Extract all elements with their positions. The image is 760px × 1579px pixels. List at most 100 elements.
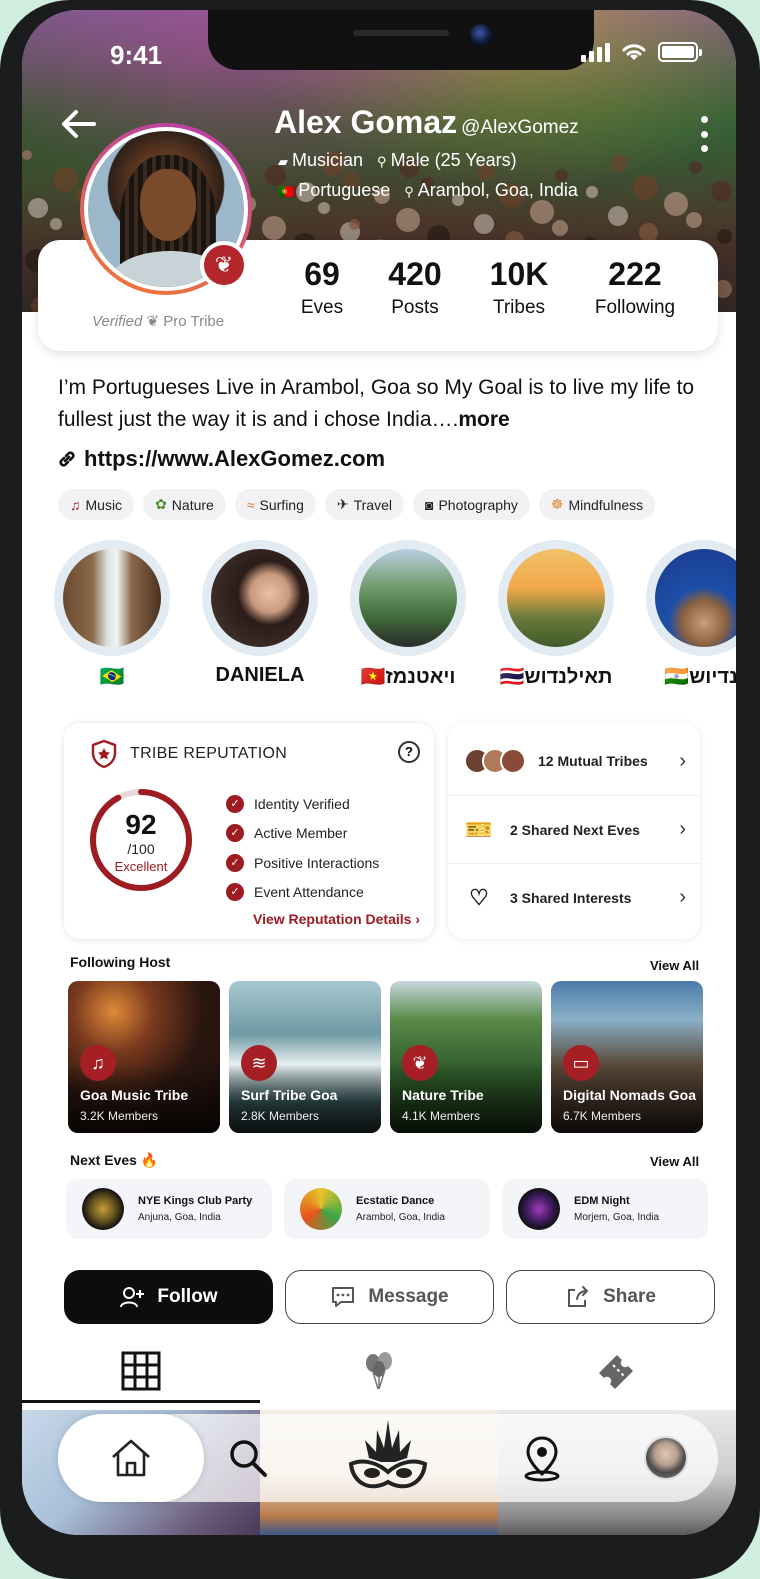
following-host-list: ♫ Goa Music Tribe 3.2K Members ≋ Surf Tri… [68,981,703,1133]
notch-speaker [353,30,449,36]
reputation-title: TRIBE REPUTATION [130,745,288,762]
tribe-lotus-badge-icon: ❦ [200,241,248,289]
location-pin-icon [524,1436,560,1482]
chevron-right-icon: › [679,818,686,840]
laptop-icon: ▭ [563,1045,599,1081]
lotus-icon: ❦ [146,313,160,330]
host-card[interactable]: ♫ Goa Music Tribe 3.2K Members [68,981,220,1133]
host-card[interactable]: ▭ Digital Nomads Goa 6.7K Members [551,981,703,1133]
nav-map[interactable] [514,1414,570,1502]
bottom-navigation [58,1414,718,1502]
nav-profile[interactable] [636,1414,696,1502]
status-icons [581,42,702,62]
surfing-icon: ≈ [246,496,255,513]
tag-mindfulness[interactable]: ☸ Mindfulness [538,489,656,520]
nature-icon: ✿ [155,496,167,512]
help-icon[interactable]: ? [398,741,420,763]
wifi-icon [622,44,646,60]
nav-search[interactable] [218,1414,278,1502]
mutual-tribes-row[interactable]: 12 Mutual Tribes › [448,727,700,795]
tab-eves[interactable] [260,1338,498,1404]
camera-icon: ◙ [425,496,434,513]
search-icon [230,1440,267,1477]
event-card[interactable]: NYE Kings Club Party Anjuna, Goa, India [66,1179,272,1239]
tag-nature[interactable]: ✿ Nature [143,489,226,520]
stat-posts[interactable]: 420 Posts [360,256,470,319]
check-item: ✓ Active Member [226,819,379,849]
event-logo [82,1188,124,1230]
profile-handle: @AlexGomez [461,117,579,138]
view-reputation-details-link[interactable]: View Reputation Details › [253,911,420,927]
check-item: ✓ Identity Verified [226,789,379,819]
event-card[interactable]: Ecstatic Dance Arambol, Goa, India [284,1179,490,1239]
stories-row: 🇧🇷 DANIELA 🇻🇳ויאטנמז 🇹🇭תאילנדוש 🇮🇳ינדיוש [54,540,736,690]
briefcase-icon: ▰ [278,154,288,169]
stat-following[interactable]: 222 Following [580,256,690,319]
chevron-right-icon: › [679,749,686,772]
reputation-checklist: ✓ Identity Verified ✓ Active Member ✓ Posit… [226,789,379,907]
share-icon [568,1286,589,1307]
gender-icon: ⚲ [377,154,387,169]
next-eves-view-all[interactable]: View All [650,1154,699,1169]
chevron-right-icon: › [415,911,420,927]
add-user-icon [120,1287,145,1308]
tab-posts[interactable] [22,1338,260,1404]
chevron-right-icon: › [679,886,686,908]
tag-photography[interactable]: ◙ Photography [413,489,530,520]
message-button[interactable]: Message [285,1270,494,1324]
tribe-mask-icon [348,1420,428,1489]
balloons-icon [366,1352,392,1390]
link-icon [59,451,75,467]
checkmark-icon: ✓ [226,853,244,872]
bio-more-link[interactable]: more [458,408,509,431]
mutual-card: 12 Mutual Tribes › 🎫 2 Shared Next Eves › … [448,723,700,939]
tag-music[interactable]: ♫ Music [58,489,135,520]
profile-meta: ▰ Musician ⚲ Male (25 Years) 🇵🇹 Portuguese … [278,146,578,206]
following-host-view-all[interactable]: View All [650,958,699,973]
chat-icon [332,1287,355,1307]
event-card[interactable]: EDM Night Morjem, Goa, India [502,1179,708,1239]
heart-icon: ♡ [469,884,489,910]
back-button[interactable] [58,106,102,142]
front-camera [470,24,492,46]
follow-button[interactable]: Follow [64,1270,273,1324]
action-buttons: Follow Message Share [64,1270,715,1324]
story-item[interactable]: 🇮🇳ינדיוש [646,540,736,689]
reputation-rating: Excellent [114,859,168,874]
checkmark-icon: ✓ [226,883,244,902]
story-item[interactable]: 🇻🇳ויאטנמז [350,540,466,689]
share-button[interactable]: Share [506,1270,715,1324]
signal-icon [581,42,610,62]
music-note-icon: ♫ [80,1045,116,1081]
profile-gender-age: Male (25 Years) [390,150,517,170]
following-host-title: Following Host [70,954,171,970]
shared-eves-row[interactable]: 🎫 2 Shared Next Eves › [448,795,700,863]
shared-interests-row[interactable]: ♡ 3 Shared Interests › [448,863,700,931]
profile-language: Portuguese [298,180,391,200]
story-item[interactable]: DANIELA [202,540,318,687]
reputation-out-of: /100 [127,841,155,857]
ticket-icon: 🎫 [465,816,493,842]
lotus-icon: ❦ [402,1045,438,1081]
more-options-button[interactable] [696,116,712,152]
story-item[interactable]: 🇹🇭תאילנדוש [498,540,614,689]
host-card[interactable]: ❦ Nature Tribe 4.1K Members [390,981,542,1133]
next-eves-list: NYE Kings Club Party Anjuna, Goa, India E… [66,1179,708,1239]
location-icon: ⚲ [404,184,414,199]
nav-home[interactable] [58,1414,204,1502]
check-item: ✓ Event Attendance [226,878,379,908]
meditation-icon: ☸ [550,496,564,512]
tribe-reputation-card: TRIBE REPUTATION ? 92 /100 Excellent ✓ Id… [64,723,434,939]
host-card[interactable]: ≋ Surf Tribe Goa 2.8K Members [229,981,381,1133]
website-link[interactable]: https://www.AlexGomez.com [56,446,385,472]
nav-tribe[interactable] [338,1414,438,1502]
tab-tickets[interactable] [498,1338,736,1404]
stat-tribes[interactable]: 10K Tribes [464,256,574,319]
profile-bio: I’m Portugueses Live in Arambol, Goa so … [58,376,695,431]
reputation-score: 92 [125,809,157,840]
story-item[interactable]: 🇧🇷 [54,540,170,689]
home-icon [112,1439,150,1477]
tag-surfing[interactable]: ≈ Surfing [234,489,316,520]
device-notch [208,10,594,70]
tag-travel[interactable]: ✈ Travel [324,489,404,520]
